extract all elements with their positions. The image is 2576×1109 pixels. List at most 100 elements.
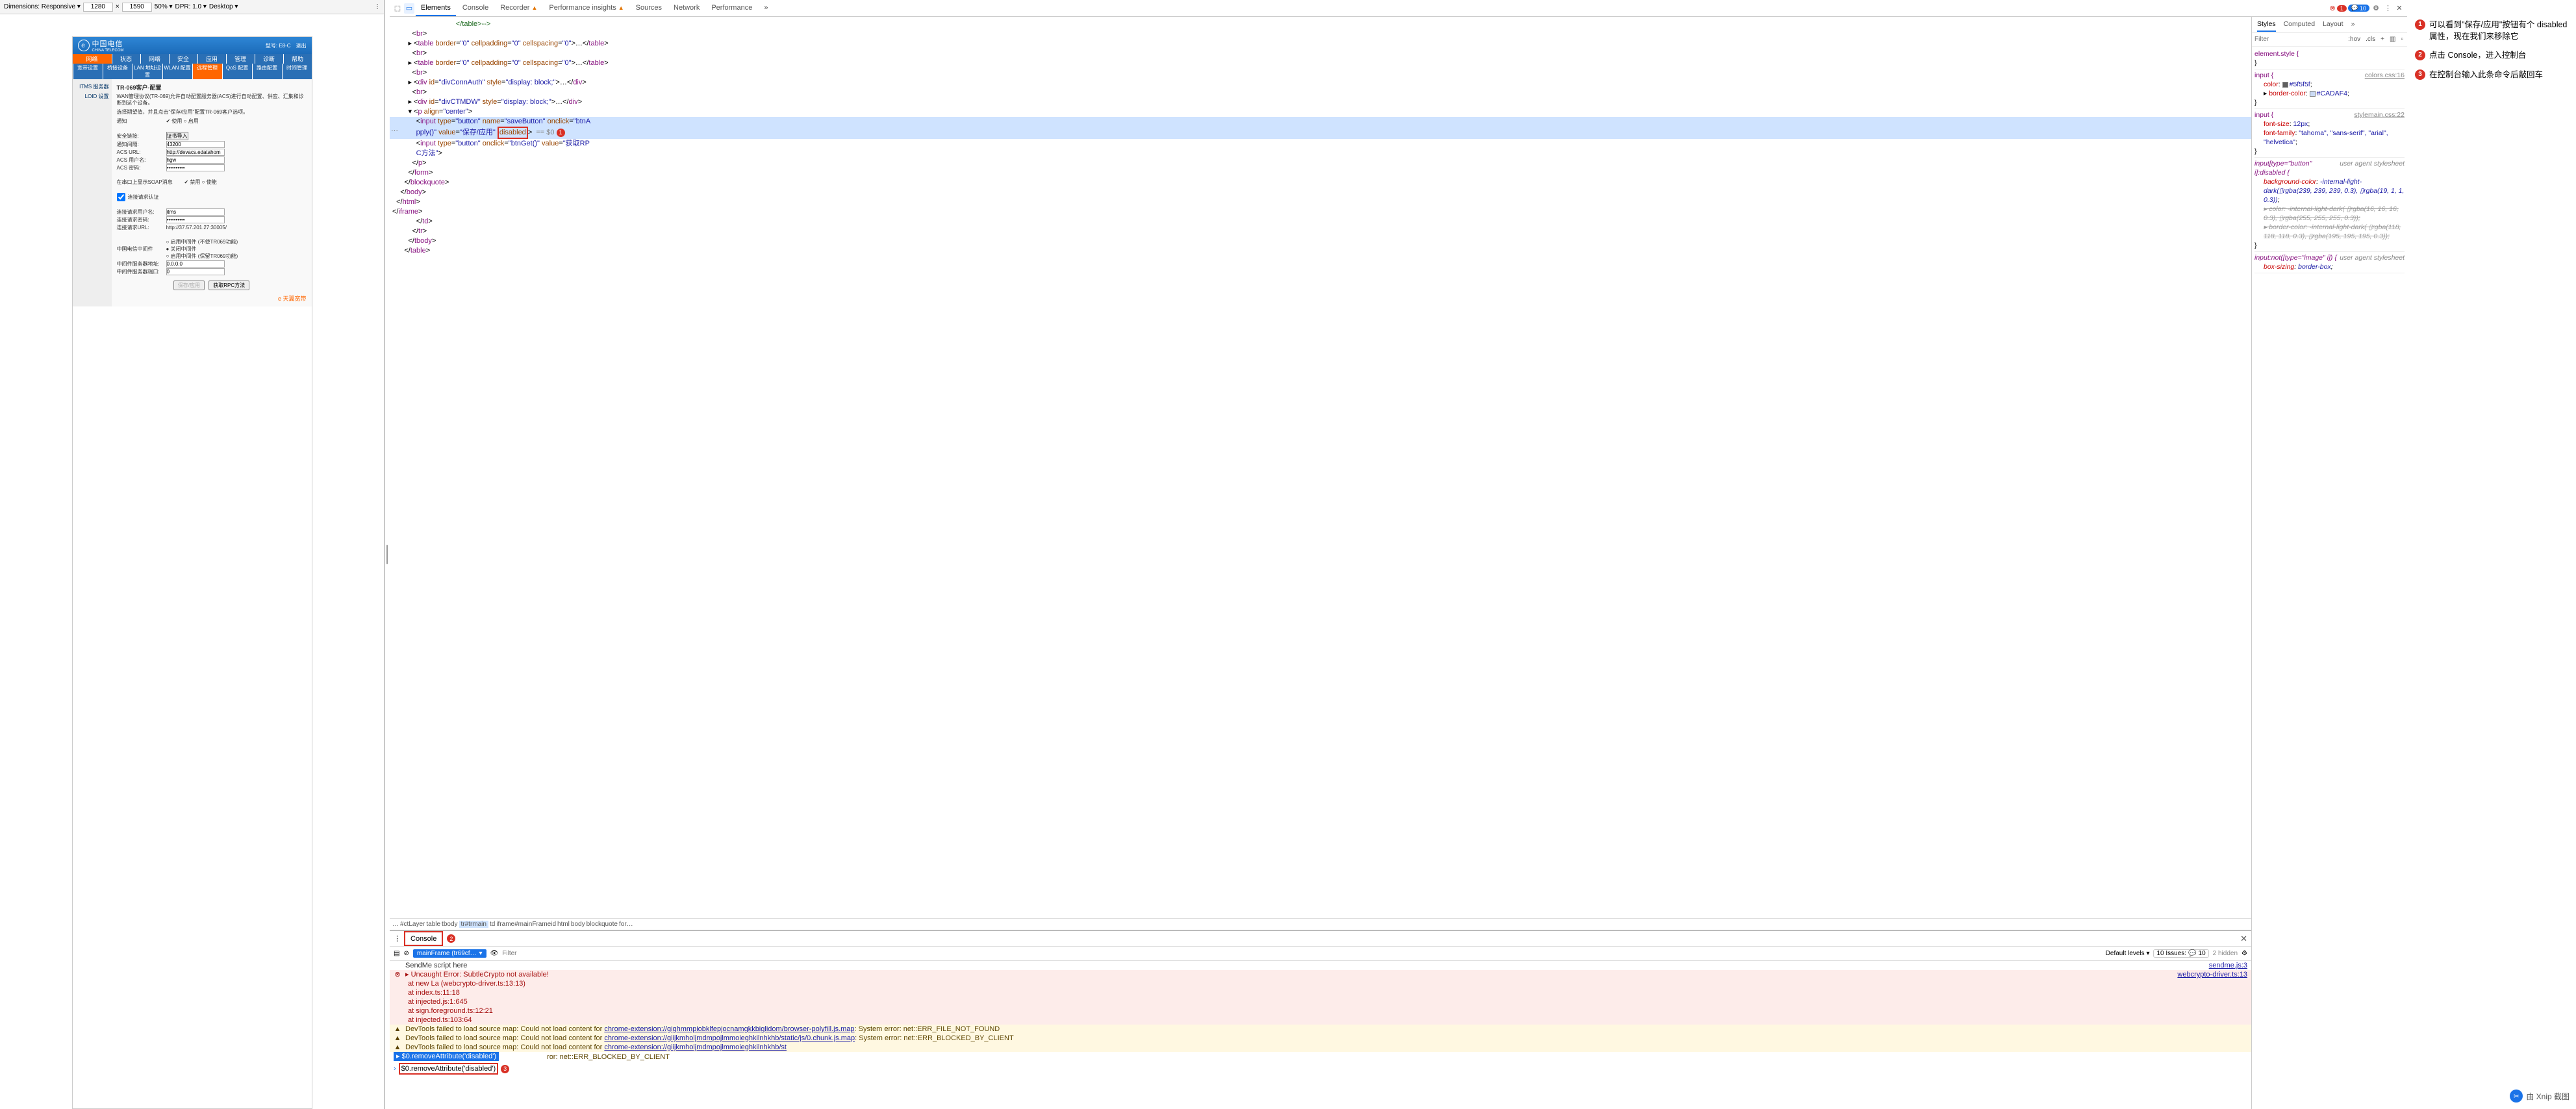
rule-input-stylemain[interactable]: input {stylemain.css:22 font-size: 12px;… — [2254, 109, 2405, 158]
mw-opt2[interactable]: ● 关闭中间件 — [166, 245, 238, 253]
bc-bq[interactable]: blockquote — [587, 921, 618, 928]
drawer-tab-console[interactable]: Console — [404, 931, 443, 946]
el-p-close[interactable]: </p> — [390, 158, 2251, 168]
logout-link[interactable]: 退出 — [296, 42, 307, 49]
styles-panel-icon[interactable]: ▥ — [2388, 36, 2397, 43]
mw-opt1[interactable]: ○ 启用中间件 (不使TR069功能) — [166, 238, 238, 245]
el-table-close[interactable]: </table> — [390, 246, 2251, 256]
stack-line[interactable]: at new La (webcrypto-driver.ts:13:13) — [390, 979, 2251, 988]
stab-layout[interactable]: Layout — [2323, 17, 2343, 32]
console-output[interactable]: SendMe script heresendme.js:3 ⊗▸ Uncaugh… — [390, 961, 2251, 1109]
tab-performance[interactable]: Performance — [706, 1, 757, 16]
device-toggle-icon[interactable]: ▭ — [404, 3, 414, 14]
get-rpc-button[interactable]: 获取RPC方法 — [208, 280, 249, 290]
error-count[interactable]: 1 — [2337, 5, 2347, 12]
nav1-help[interactable]: 帮助 — [283, 54, 312, 64]
inp-interval[interactable] — [166, 141, 225, 148]
el-br[interactable]: <br> — [390, 49, 2251, 58]
rule-input-colors[interactable]: input {colors.css:16 color: #5f5f5f; ▸ b… — [2254, 69, 2405, 109]
nav2-5[interactable]: QoS 配置 — [222, 64, 252, 79]
btn-cert[interactable]: 证书导入 — [166, 132, 188, 140]
inp-acspwd[interactable] — [166, 164, 225, 171]
inp-acsuser[interactable] — [166, 156, 225, 164]
console-prompt[interactable]: ›$0.removeAttribute('disabled') 3 — [390, 1062, 2251, 1075]
stab-more[interactable]: » — [2351, 17, 2355, 32]
el-html-close[interactable]: </html> — [390, 197, 2251, 207]
rule-ua-inputnot[interactable]: input:not([type="image" i]) {user agent … — [2254, 252, 2405, 273]
elements-tree[interactable]: </table>--> <br> ▸ <table border="0" cel… — [390, 17, 2251, 918]
tab-more[interactable]: » — [759, 1, 773, 16]
rule-src-link[interactable]: stylemain.css:22 — [2354, 110, 2405, 119]
el-td-close[interactable]: </td> — [390, 217, 2251, 227]
dpr-dropdown[interactable]: DPR: 1.0 ▾ — [175, 3, 207, 10]
preview-height-input[interactable] — [122, 3, 152, 12]
pane-splitter[interactable] — [385, 0, 390, 1109]
stack-line[interactable]: at index.ts:11:18 — [390, 988, 2251, 997]
inp-mwaddr[interactable] — [166, 260, 225, 268]
tab-console[interactable]: Console — [457, 1, 494, 16]
issues-chip[interactable]: 10 Issues: 💬10 — [2153, 949, 2208, 958]
nav1-status[interactable]: 状态 — [112, 54, 140, 64]
tab-recorder[interactable]: Recorder▲ — [495, 1, 542, 16]
inp-connuser[interactable] — [166, 208, 225, 216]
bc-table[interactable]: table — [426, 921, 440, 928]
el-table[interactable]: ▸ <table border="0" cellpadding="0" cell… — [390, 58, 2251, 68]
el-body-close[interactable]: </body> — [390, 188, 2251, 197]
el-iframe-close[interactable]: </iframe> — [390, 207, 2251, 217]
zoom-dropdown[interactable]: 50% ▾ — [155, 3, 173, 10]
rule-src-link[interactable]: colors.css:16 — [2365, 71, 2405, 80]
el-rpc-input-2[interactable]: C方法"> — [390, 149, 2251, 158]
bc-trmain[interactable]: tr#trmain — [459, 921, 488, 928]
levels-dropdown[interactable]: Default levels ▾ — [2106, 950, 2150, 957]
rule-ua-disabled[interactable]: input[type="button" i]:disabled {user ag… — [2254, 158, 2405, 252]
settings-icon[interactable]: ⚙ — [2371, 3, 2381, 14]
el-p-center[interactable]: ▾ <p align="center"> — [390, 107, 2251, 117]
bc-td[interactable]: td — [490, 921, 495, 928]
err-src[interactable]: webcrypto-driver.ts:13 — [2177, 970, 2247, 979]
close-devtools-icon[interactable]: ✕ — [2394, 3, 2405, 14]
el-save-input-2[interactable]: pply()" value="保存/应用" disabled> == $0 1 — [390, 127, 2251, 139]
live-expr-icon[interactable]: 👁 — [490, 950, 499, 957]
log-src[interactable]: sendme.js:3 — [2209, 961, 2247, 970]
el-br[interactable]: <br> — [390, 88, 2251, 97]
nav1-security[interactable]: 安全 — [169, 54, 197, 64]
nav1-network[interactable]: 网络 — [140, 54, 169, 64]
styles-panel-icon[interactable]: ▫ — [2399, 36, 2405, 43]
el-tr-close[interactable]: </tr> — [390, 227, 2251, 236]
new-rule-icon[interactable]: + — [2379, 36, 2386, 43]
el-form-close[interactable]: </form> — [390, 168, 2251, 178]
bc-iframe[interactable]: iframe#mainFrameid — [496, 921, 556, 928]
sidebar-loid[interactable]: LOID 设置 — [74, 92, 110, 101]
console-filter-input[interactable] — [502, 950, 2101, 957]
nav2-6[interactable]: 路由配置 — [252, 64, 282, 79]
console-context-dropdown[interactable]: mainFrame (tr69cf… ▾ — [413, 949, 486, 958]
sidebar-itms[interactable]: ITMS 服务器 — [74, 82, 110, 92]
warn-line[interactable]: ▲DevTools failed to load source map: Cou… — [390, 1043, 2251, 1052]
nav2-7[interactable]: 时间管理 — [282, 64, 312, 79]
styles-filter-input[interactable] — [2254, 36, 2344, 43]
inp-mwport[interactable] — [166, 268, 225, 275]
nav2-1[interactable]: 桥接设备 — [103, 64, 133, 79]
el-div-connauth[interactable]: ▸ <div id="divConnAuth" style="display: … — [390, 78, 2251, 88]
inspect-icon[interactable]: ⬚ — [392, 3, 403, 14]
stack-line[interactable]: at sign.foreground.ts:12:21 — [390, 1006, 2251, 1016]
val-notify[interactable]: ✔ 使用 ○ 启用 — [166, 118, 199, 125]
stab-styles[interactable]: Styles — [2257, 17, 2276, 32]
stack-line[interactable]: at injected.ts:103:64 — [390, 1016, 2251, 1025]
nav2-3[interactable]: WLAN 配置 — [162, 64, 192, 79]
stack-line[interactable]: at injected.js:1:645 — [390, 997, 2251, 1006]
dimensions-dropdown[interactable]: Dimensions: Responsive ▾ — [4, 3, 81, 10]
rule-elstyle[interactable]: element.style { } — [2254, 48, 2405, 69]
mw-opt3[interactable]: ○ 启用中间件 (保留TR069功能) — [166, 253, 238, 260]
inp-acsurl[interactable] — [166, 149, 225, 156]
nav1-manage[interactable]: 管理 — [226, 54, 255, 64]
save-apply-button[interactable]: 保存/应用 — [173, 280, 205, 290]
val-soap[interactable]: ✔ 禁用 ○ 使能 — [184, 179, 217, 186]
preview-width-input[interactable] — [83, 3, 113, 12]
bc-ctlayer[interactable]: #ctLayer — [400, 921, 425, 928]
preview-kebab-icon[interactable]: ⋮ — [374, 3, 380, 10]
styles-rules[interactable]: element.style { } input {colors.css:16 c… — [2252, 47, 2407, 1109]
log-line[interactable]: SendMe script heresendme.js:3 — [390, 961, 2251, 970]
nav1-app[interactable]: 应用 — [197, 54, 226, 64]
error-line[interactable]: ⊗▸ Uncaught Error: SubtleCrypto not avai… — [390, 970, 2251, 979]
